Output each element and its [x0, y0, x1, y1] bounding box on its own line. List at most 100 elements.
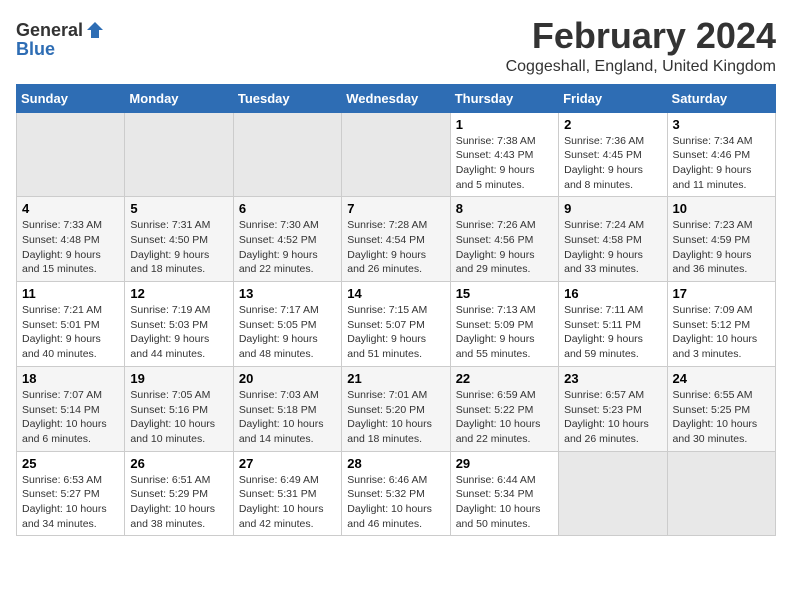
day-info: Sunrise: 6:53 AM Sunset: 5:27 PM Dayligh… — [22, 473, 119, 532]
column-header-saturday: Saturday — [667, 84, 775, 112]
column-header-sunday: Sunday — [17, 84, 125, 112]
calendar-cell — [559, 451, 667, 536]
day-info: Sunrise: 7:21 AM Sunset: 5:01 PM Dayligh… — [22, 303, 119, 362]
day-number: 18 — [22, 371, 119, 386]
calendar-cell: 28Sunrise: 6:46 AM Sunset: 5:32 PM Dayli… — [342, 451, 450, 536]
calendar-cell: 21 Sunrise: 7:01 AM Sunset: 5:20 PM Dayli… — [342, 366, 450, 451]
calendar-cell: 23 Sunrise: 6:57 AM Sunset: 5:23 PM Dayli… — [559, 366, 667, 451]
calendar-cell: 11 Sunrise: 7:21 AM Sunset: 5:01 PM Dayli… — [17, 282, 125, 367]
day-info: Sunrise: 6:57 AM Sunset: 5:23 PM Dayligh… — [564, 388, 661, 447]
calendar-cell: 20 Sunrise: 7:03 AM Sunset: 5:18 PM Dayli… — [233, 366, 341, 451]
calendar-week-row: 1Sunrise: 7:38 AM Sunset: 4:43 PM Daylig… — [17, 112, 776, 197]
day-number: 9 — [564, 201, 661, 216]
calendar-week-row: 11 Sunrise: 7:21 AM Sunset: 5:01 PM Dayli… — [17, 282, 776, 367]
page-header: General Blue February 2024 Coggeshall, E… — [16, 16, 776, 76]
calendar-cell — [667, 451, 775, 536]
day-info: Sunrise: 6:51 AM Sunset: 5:29 PM Dayligh… — [130, 473, 227, 532]
day-number: 27 — [239, 456, 336, 471]
day-number: 10 — [673, 201, 770, 216]
calendar-cell: 6Sunrise: 7:30 AM Sunset: 4:52 PM Daylig… — [233, 197, 341, 282]
subtitle: Coggeshall, England, United Kingdom — [506, 58, 776, 76]
calendar-week-row: 25 Sunrise: 6:53 AM Sunset: 5:27 PM Dayli… — [17, 451, 776, 536]
calendar-table: SundayMondayTuesdayWednesdayThursdayFrid… — [16, 84, 776, 537]
calendar-cell: 22 Sunrise: 6:59 AM Sunset: 5:22 PM Dayli… — [450, 366, 558, 451]
day-number: 6 — [239, 201, 336, 216]
day-number: 3 — [673, 117, 770, 132]
day-number: 29 — [456, 456, 553, 471]
day-number: 20 — [239, 371, 336, 386]
logo-general: General — [16, 21, 83, 39]
day-number: 21 — [347, 371, 444, 386]
calendar-cell: 4Sunrise: 7:33 AM Sunset: 4:48 PM Daylig… — [17, 197, 125, 282]
day-info: Sunrise: 7:11 AM Sunset: 5:11 PM Dayligh… — [564, 303, 661, 362]
day-number: 28 — [347, 456, 444, 471]
column-header-wednesday: Wednesday — [342, 84, 450, 112]
calendar-cell: 5Sunrise: 7:31 AM Sunset: 4:50 PM Daylig… — [125, 197, 233, 282]
calendar-cell: 2Sunrise: 7:36 AM Sunset: 4:45 PM Daylig… — [559, 112, 667, 197]
day-number: 12 — [130, 286, 227, 301]
day-number: 23 — [564, 371, 661, 386]
title-area: February 2024 Coggeshall, England, Unite… — [506, 16, 776, 76]
day-info: Sunrise: 7:07 AM Sunset: 5:14 PM Dayligh… — [22, 388, 119, 447]
calendar-cell: 19 Sunrise: 7:05 AM Sunset: 5:16 PM Dayli… — [125, 366, 233, 451]
day-number: 2 — [564, 117, 661, 132]
calendar-cell: 25 Sunrise: 6:53 AM Sunset: 5:27 PM Dayli… — [17, 451, 125, 536]
calendar-cell: 15Sunrise: 7:13 AM Sunset: 5:09 PM Dayli… — [450, 282, 558, 367]
day-number: 24 — [673, 371, 770, 386]
calendar-cell: 24 Sunrise: 6:55 AM Sunset: 5:25 PM Dayli… — [667, 366, 775, 451]
day-number: 14 — [347, 286, 444, 301]
calendar-header-row: SundayMondayTuesdayWednesdayThursdayFrid… — [17, 84, 776, 112]
calendar-cell: 12 Sunrise: 7:19 AM Sunset: 5:03 PM Dayli… — [125, 282, 233, 367]
calendar-cell: 27 Sunrise: 6:49 AM Sunset: 5:31 PM Dayli… — [233, 451, 341, 536]
calendar-week-row: 18 Sunrise: 7:07 AM Sunset: 5:14 PM Dayli… — [17, 366, 776, 451]
column-header-tuesday: Tuesday — [233, 84, 341, 112]
day-number: 17 — [673, 286, 770, 301]
calendar-cell — [125, 112, 233, 197]
calendar-cell: 13 Sunrise: 7:17 AM Sunset: 5:05 PM Dayli… — [233, 282, 341, 367]
calendar-cell — [17, 112, 125, 197]
day-number: 15 — [456, 286, 553, 301]
calendar-cell — [233, 112, 341, 197]
day-number: 11 — [22, 286, 119, 301]
day-number: 4 — [22, 201, 119, 216]
day-number: 22 — [456, 371, 553, 386]
calendar-cell: 3 Sunrise: 7:34 AM Sunset: 4:46 PM Daylig… — [667, 112, 775, 197]
calendar-cell: 10 Sunrise: 7:23 AM Sunset: 4:59 PM Dayli… — [667, 197, 775, 282]
calendar-cell — [342, 112, 450, 197]
calendar-cell: 29 Sunrise: 6:44 AM Sunset: 5:34 PM Dayli… — [450, 451, 558, 536]
calendar-cell: 18 Sunrise: 7:07 AM Sunset: 5:14 PM Dayli… — [17, 366, 125, 451]
day-info: Sunrise: 7:09 AM Sunset: 5:12 PM Dayligh… — [673, 303, 770, 362]
day-info: Sunrise: 6:49 AM Sunset: 5:31 PM Dayligh… — [239, 473, 336, 532]
day-number: 25 — [22, 456, 119, 471]
day-number: 19 — [130, 371, 227, 386]
column-header-monday: Monday — [125, 84, 233, 112]
day-info: Sunrise: 7:15 AM Sunset: 5:07 PM Dayligh… — [347, 303, 444, 362]
day-info: Sunrise: 7:34 AM Sunset: 4:46 PM Dayligh… — [673, 134, 770, 193]
day-number: 13 — [239, 286, 336, 301]
day-info: Sunrise: 7:03 AM Sunset: 5:18 PM Dayligh… — [239, 388, 336, 447]
calendar-week-row: 4Sunrise: 7:33 AM Sunset: 4:48 PM Daylig… — [17, 197, 776, 282]
column-header-friday: Friday — [559, 84, 667, 112]
day-info: Sunrise: 7:05 AM Sunset: 5:16 PM Dayligh… — [130, 388, 227, 447]
calendar-cell: 8 Sunrise: 7:26 AM Sunset: 4:56 PM Daylig… — [450, 197, 558, 282]
calendar-cell: 9Sunrise: 7:24 AM Sunset: 4:58 PM Daylig… — [559, 197, 667, 282]
logo: General Blue — [16, 20, 105, 60]
day-info: Sunrise: 7:17 AM Sunset: 5:05 PM Dayligh… — [239, 303, 336, 362]
calendar-cell: 26 Sunrise: 6:51 AM Sunset: 5:29 PM Dayli… — [125, 451, 233, 536]
calendar-cell: 7Sunrise: 7:28 AM Sunset: 4:54 PM Daylig… — [342, 197, 450, 282]
day-number: 26 — [130, 456, 227, 471]
calendar-cell: 1Sunrise: 7:38 AM Sunset: 4:43 PM Daylig… — [450, 112, 558, 197]
day-info: Sunrise: 7:23 AM Sunset: 4:59 PM Dayligh… — [673, 218, 770, 277]
day-info: Sunrise: 7:19 AM Sunset: 5:03 PM Dayligh… — [130, 303, 227, 362]
day-info: Sunrise: 7:01 AM Sunset: 5:20 PM Dayligh… — [347, 388, 444, 447]
day-info: Sunrise: 6:59 AM Sunset: 5:22 PM Dayligh… — [456, 388, 553, 447]
logo-icon — [85, 20, 105, 40]
logo-blue: Blue — [16, 39, 55, 59]
day-info: Sunrise: 7:28 AM Sunset: 4:54 PM Dayligh… — [347, 218, 444, 277]
day-info: Sunrise: 6:44 AM Sunset: 5:34 PM Dayligh… — [456, 473, 553, 532]
day-info: Sunrise: 7:26 AM Sunset: 4:56 PM Dayligh… — [456, 218, 553, 277]
day-info: Sunrise: 6:55 AM Sunset: 5:25 PM Dayligh… — [673, 388, 770, 447]
day-number: 8 — [456, 201, 553, 216]
calendar-cell: 17 Sunrise: 7:09 AM Sunset: 5:12 PM Dayli… — [667, 282, 775, 367]
day-number: 16 — [564, 286, 661, 301]
